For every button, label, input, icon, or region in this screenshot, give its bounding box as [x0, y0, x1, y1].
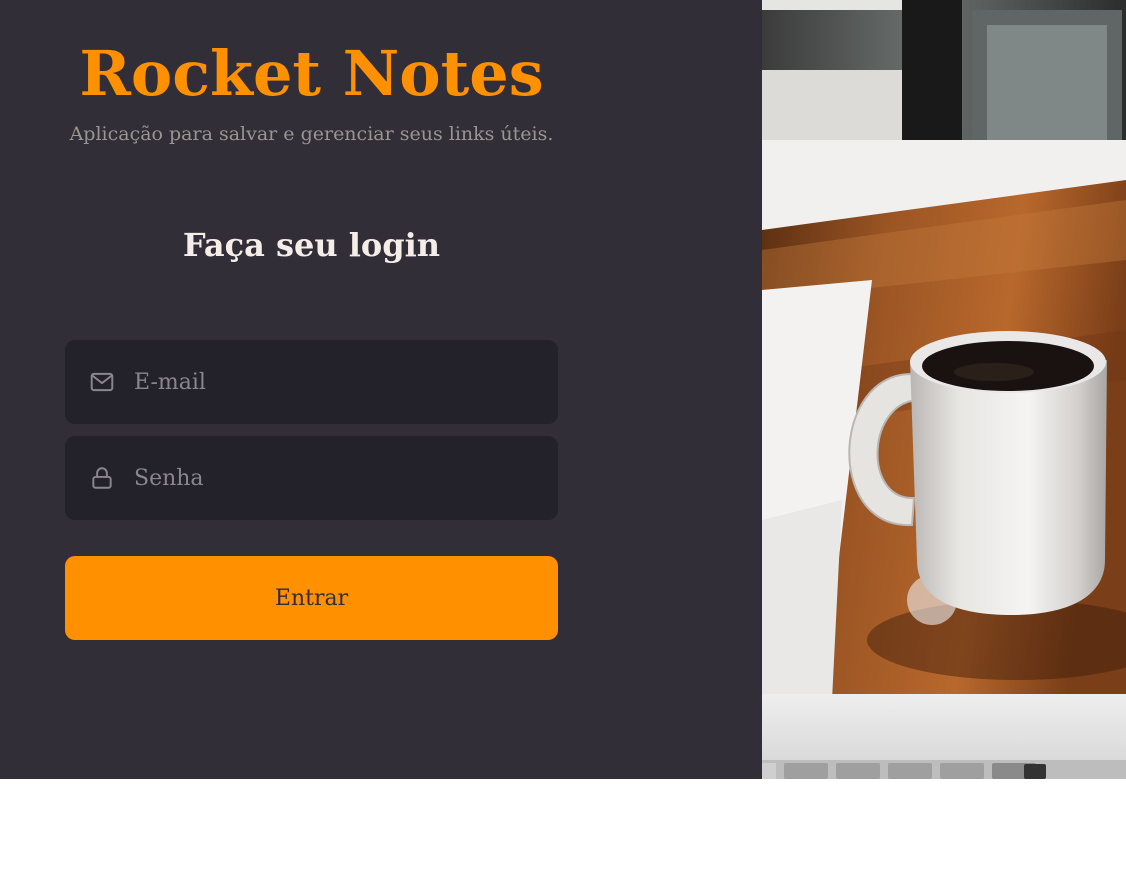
- email-field[interactable]: [65, 340, 558, 424]
- email-input[interactable]: [134, 340, 558, 424]
- login-heading: Faça seu login: [182, 226, 441, 264]
- coffee-mug-photo: [762, 0, 1126, 779]
- page: Rocket Notes Aplicação para salvar e ger…: [0, 0, 1126, 876]
- password-input[interactable]: [134, 436, 558, 520]
- mail-icon: [89, 369, 115, 395]
- submit-button[interactable]: Entrar: [65, 556, 558, 640]
- lock-icon: [89, 465, 115, 491]
- login-panel: Rocket Notes Aplicação para salvar e ger…: [0, 0, 762, 779]
- background-image: [762, 0, 1126, 779]
- brand-title: Rocket Notes: [79, 37, 544, 110]
- brand-subtitle: Aplicação para salvar e gerenciar seus l…: [69, 123, 554, 145]
- password-field[interactable]: [65, 436, 558, 520]
- sign-in-screen: Rocket Notes Aplicação para salvar e ger…: [0, 0, 1126, 779]
